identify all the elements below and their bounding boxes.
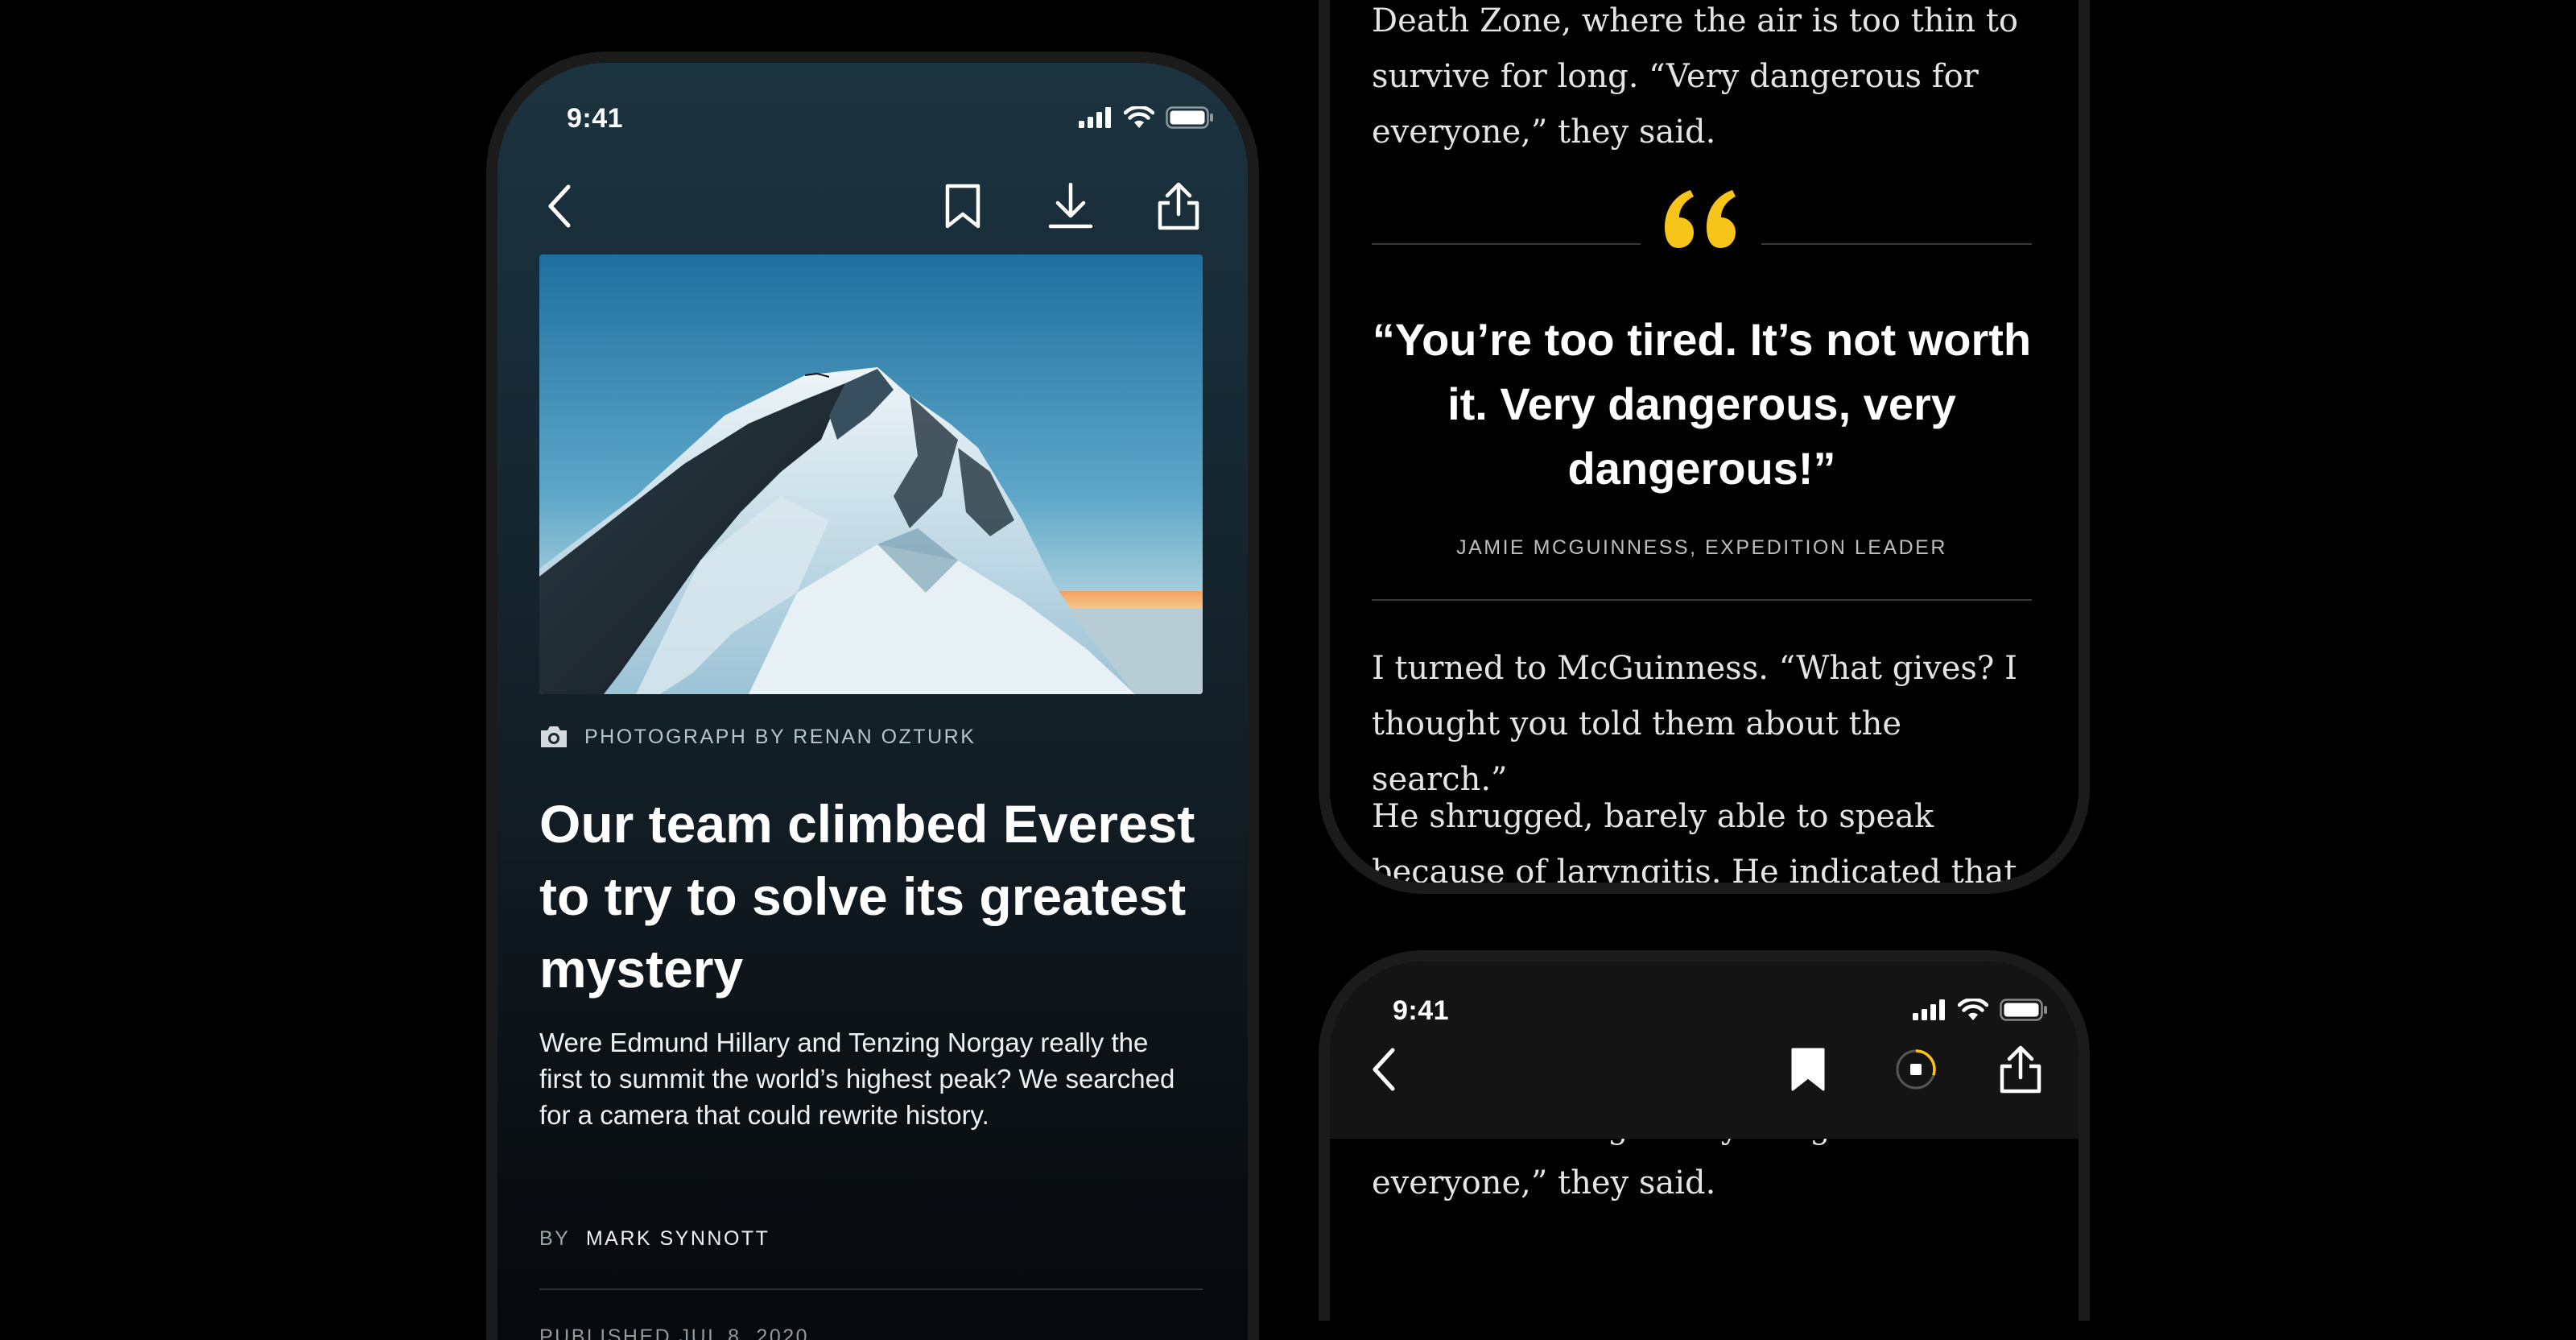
chevron-left-icon xyxy=(548,184,571,228)
share-button[interactable] xyxy=(1146,174,1211,238)
article-phone-screen: 9:41 PHOTOGRAPH BY RENAN OZTURK Our team… xyxy=(486,52,1259,1340)
quote-mark-icon xyxy=(1665,190,1736,248)
byline-author[interactable]: MARK SYNNOTT xyxy=(586,1227,770,1250)
battery-icon xyxy=(2000,999,2047,1021)
quote-rule-bottom xyxy=(1372,599,2032,601)
download-progress-icon xyxy=(1896,1049,1936,1090)
byline-prefix: BY xyxy=(539,1227,571,1250)
body-paragraph: He shrugged, barely able to speak becaus… xyxy=(1372,798,2017,891)
signal-icon xyxy=(1913,999,1945,1020)
back-button[interactable] xyxy=(1352,1037,1417,1102)
photo-credit: PHOTOGRAPH BY RENAN OZTURK xyxy=(584,725,976,748)
status-time: 9:41 xyxy=(1393,995,1450,1026)
hero-image-everest xyxy=(539,254,1203,694)
status-bar: 9:41 xyxy=(497,103,1248,151)
bookmark-outline-icon xyxy=(945,184,980,229)
body-paragraph: I turned to McGuinness. “What gives? I t… xyxy=(1372,650,2017,798)
download-progress-button[interactable] xyxy=(1884,1037,1948,1102)
article-body-phone-screen: Death Zone, where the air is too thin to… xyxy=(1319,0,2090,894)
download-icon xyxy=(1048,183,1093,229)
back-button[interactable] xyxy=(528,174,592,238)
body-paragraph: Death Zone, where the air is too thin to… xyxy=(1372,2,2019,151)
status-icons xyxy=(1913,999,2048,1021)
article-dek: Were Edmund Hillary and Tenzing Norgay r… xyxy=(539,1028,1175,1130)
camera-icon xyxy=(541,726,567,747)
battery-icon xyxy=(1166,106,1213,129)
divider xyxy=(539,1288,1203,1290)
quote-rule-left xyxy=(1372,243,1641,245)
share-icon xyxy=(2000,1045,2041,1094)
status-time: 9:41 xyxy=(567,103,624,134)
wifi-icon xyxy=(1124,106,1154,128)
byline: BY MARK SYNNOTT xyxy=(539,1227,770,1251)
signal-icon xyxy=(1079,107,1111,128)
photo-credit-row: PHOTOGRAPH BY RENAN OZTURK xyxy=(539,725,976,749)
wifi-icon xyxy=(1958,999,1988,1020)
status-icons xyxy=(1079,106,1214,129)
bookmark-button[interactable] xyxy=(931,174,995,238)
quote-rule-right xyxy=(1761,243,2032,245)
pull-quote: “You’re too tired. It’s not worth it. Ve… xyxy=(1372,314,2032,494)
bookmark-filled-icon xyxy=(1791,1048,1825,1091)
share-icon xyxy=(1158,182,1199,230)
share-button[interactable] xyxy=(1988,1037,2053,1102)
quote-attribution: JAMIE MCGUINNESS, EXPEDITION LEADER xyxy=(1456,536,1947,559)
bookmark-button[interactable] xyxy=(1776,1037,1840,1102)
published-date: PUBLISHED JUL 8, 2020 xyxy=(539,1326,810,1340)
article-headline: Our team climbed Everest to try to solve… xyxy=(539,794,1195,999)
top-nav-bar: 9:41 xyxy=(1330,962,2079,1139)
download-button[interactable] xyxy=(1038,174,1103,238)
chevron-left-icon xyxy=(1373,1048,1395,1091)
article-phone-screen-scrolled: 9:41 everyone,” they said. xyxy=(1319,950,2090,1321)
status-bar: 9:41 xyxy=(1330,995,2079,1044)
